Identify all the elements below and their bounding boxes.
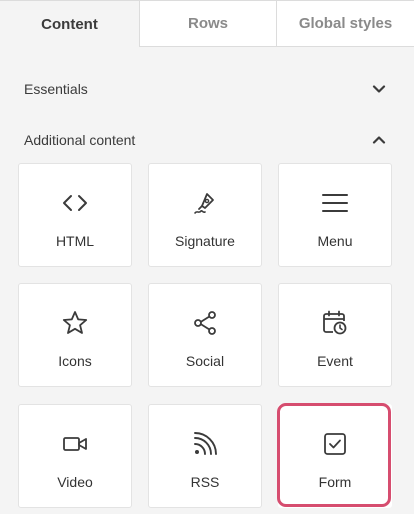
tile-social[interactable]: Social bbox=[148, 283, 262, 387]
share-icon bbox=[149, 310, 261, 336]
tile-label: HTML bbox=[55, 233, 95, 249]
tile-label: RSS bbox=[190, 474, 220, 490]
tile-label: Event bbox=[317, 353, 353, 369]
star-icon bbox=[19, 310, 131, 336]
chevron-up-icon[interactable] bbox=[372, 135, 386, 145]
tile-html[interactable]: HTML bbox=[18, 163, 132, 267]
section-essentials-label: Essentials bbox=[24, 81, 88, 97]
hamburger-menu-icon bbox=[279, 190, 391, 216]
code-icon bbox=[19, 190, 131, 216]
rss-icon bbox=[149, 431, 261, 457]
tab-global-styles[interactable]: Global styles bbox=[277, 0, 414, 47]
tile-rss[interactable]: RSS bbox=[148, 404, 262, 508]
section-essentials[interactable]: Essentials bbox=[24, 78, 386, 100]
tile-label: Form bbox=[318, 474, 352, 490]
section-additional-label: Additional content bbox=[24, 132, 136, 148]
tile-menu[interactable]: Menu bbox=[278, 163, 392, 267]
tile-icons[interactable]: Icons bbox=[18, 283, 132, 387]
checkbox-icon bbox=[279, 431, 391, 457]
section-additional-content[interactable]: Additional content bbox=[24, 129, 386, 151]
tile-label: Video bbox=[57, 474, 93, 490]
tile-video[interactable]: Video bbox=[18, 404, 132, 508]
tile-event[interactable]: Event bbox=[278, 283, 392, 387]
chevron-down-icon[interactable] bbox=[372, 84, 386, 94]
tile-label: Social bbox=[185, 353, 225, 369]
tile-label: Menu bbox=[317, 233, 353, 249]
tab-bar: Content Rows Global styles bbox=[0, 0, 414, 47]
video-camera-icon bbox=[19, 431, 131, 457]
tab-rows[interactable]: Rows bbox=[140, 0, 277, 47]
tile-form[interactable]: Form bbox=[278, 404, 392, 508]
tab-content[interactable]: Content bbox=[0, 0, 140, 47]
tile-signature[interactable]: Signature bbox=[148, 163, 262, 267]
pen-nib-icon bbox=[149, 190, 261, 216]
calendar-clock-icon bbox=[279, 310, 391, 336]
tile-label: Icons bbox=[58, 353, 92, 369]
tile-label: Signature bbox=[175, 233, 235, 249]
